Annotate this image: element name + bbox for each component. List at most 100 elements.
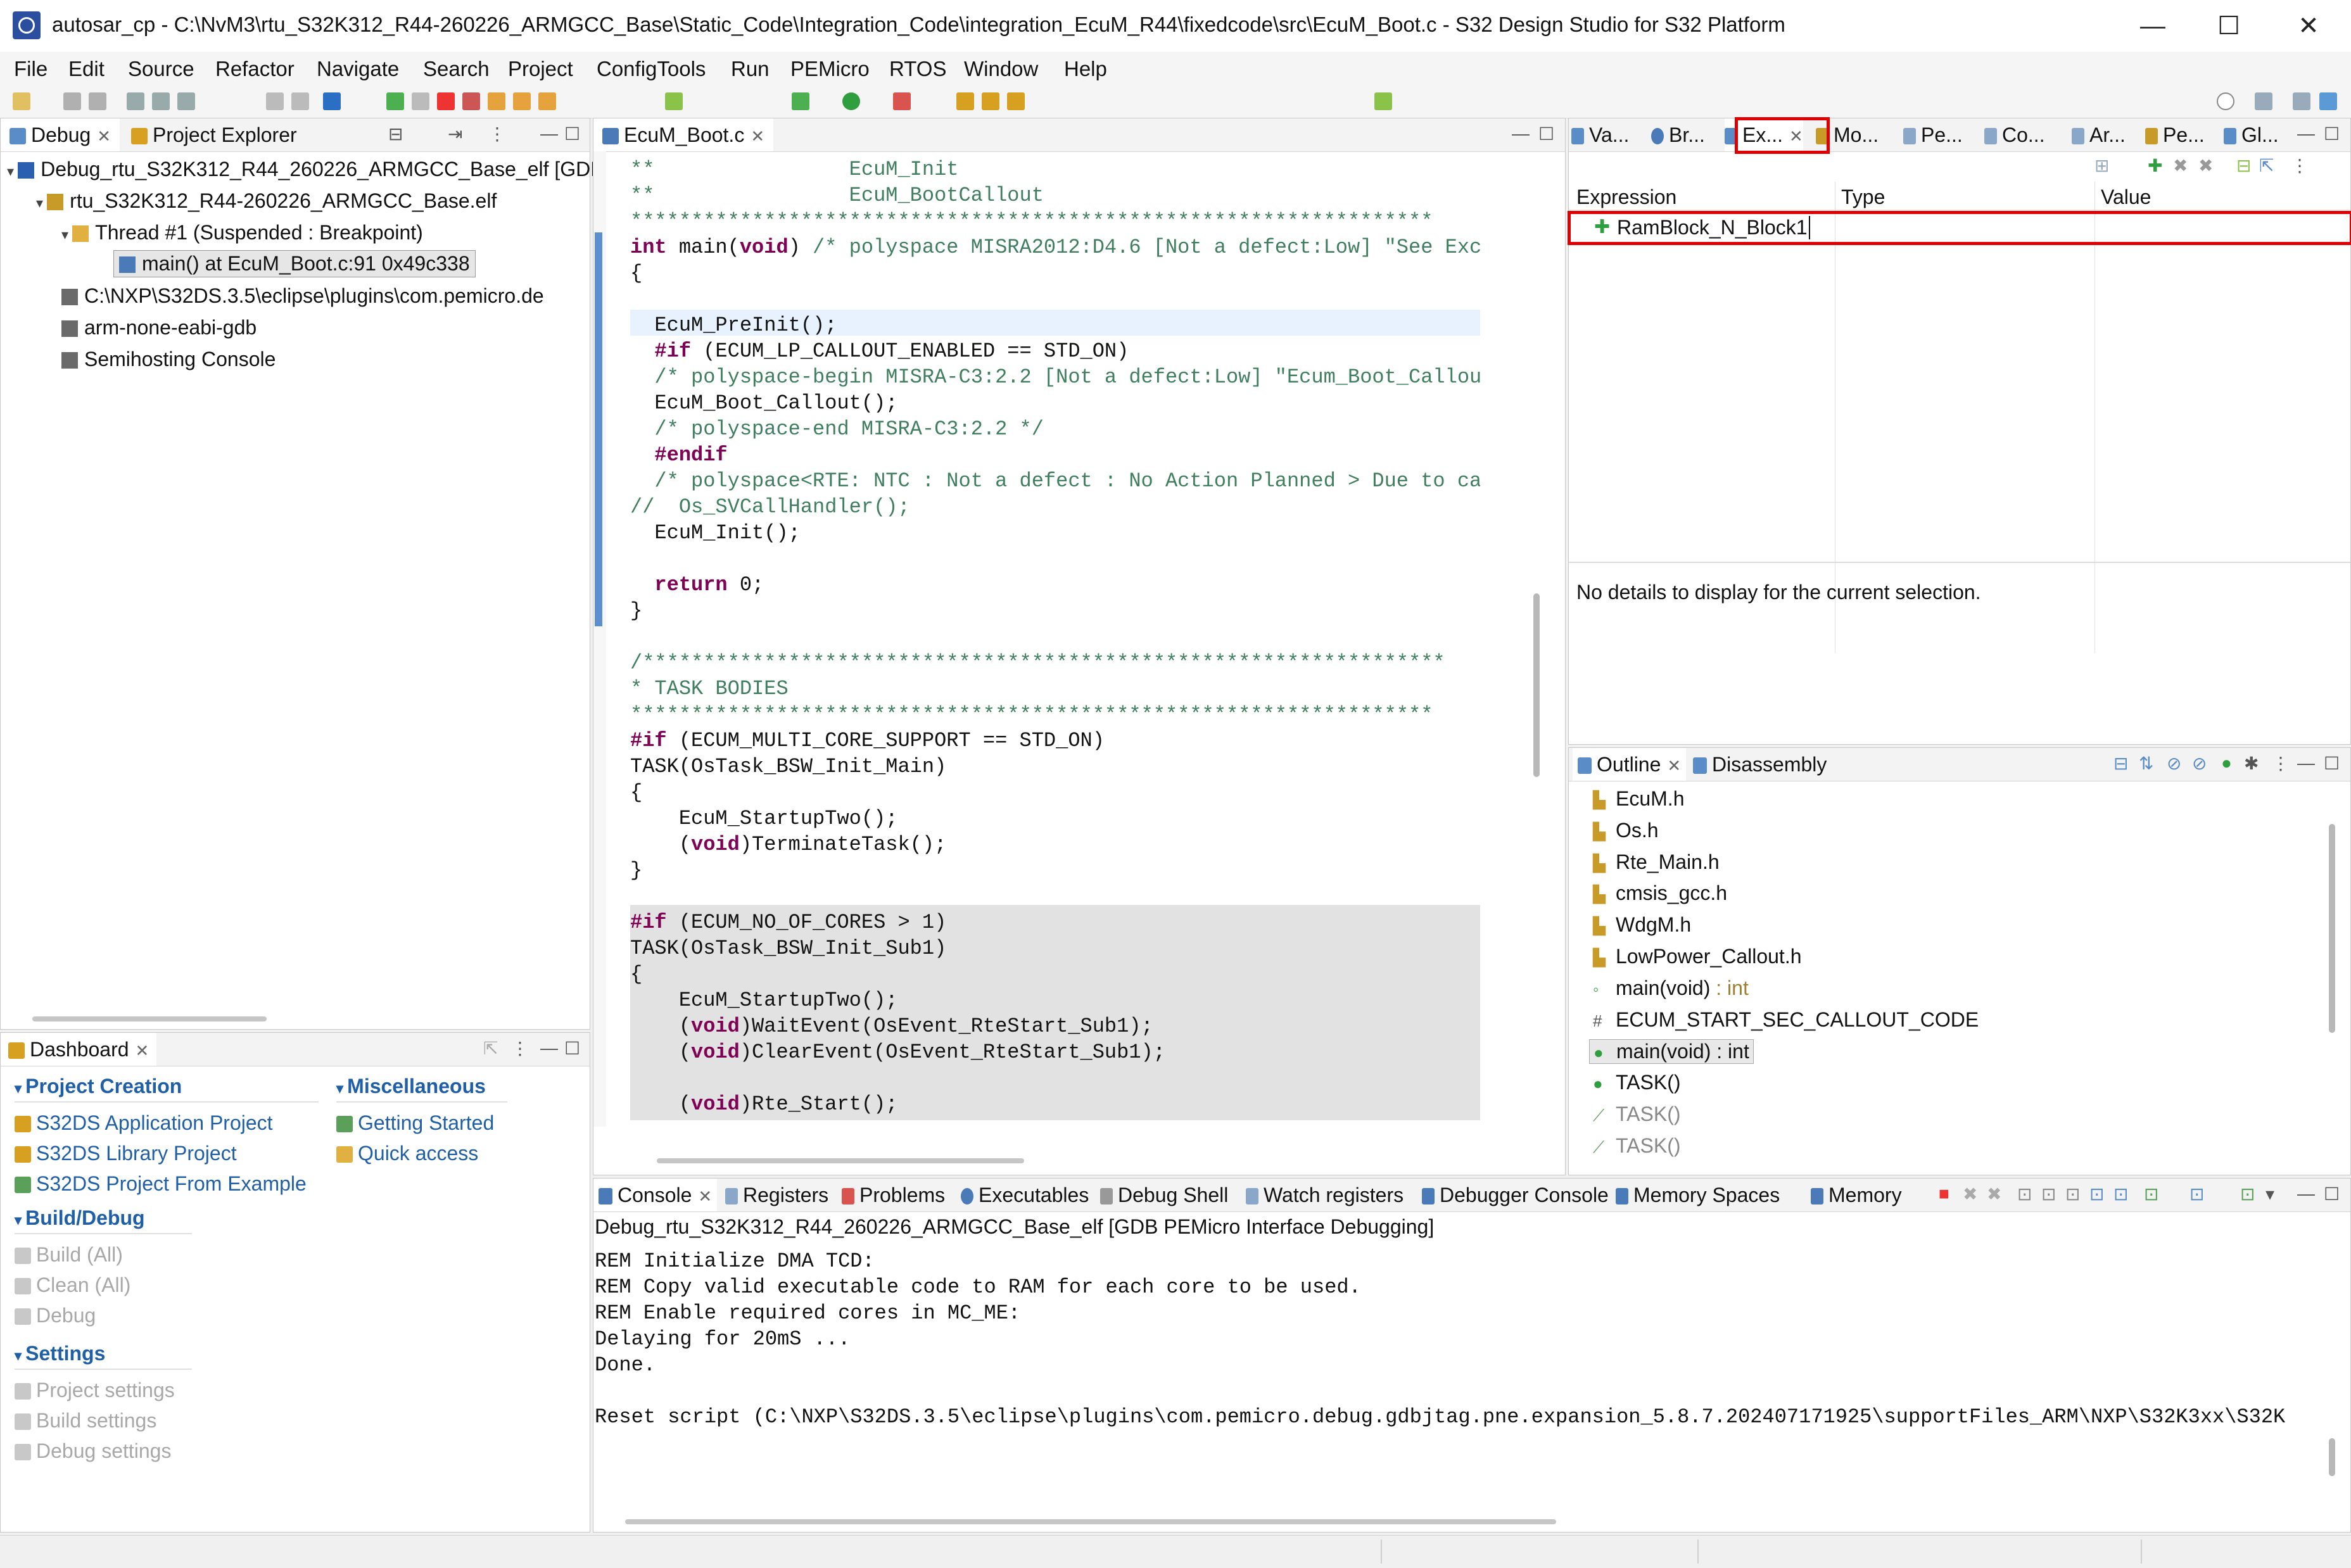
code-line[interactable]: /***************************************… (630, 650, 1445, 676)
show-type-names-icon[interactable]: ⊞ (2094, 155, 2109, 176)
code-line[interactable]: EcuM_Boot_Callout(); (630, 390, 897, 416)
add-expression-icon[interactable]: ✚ (2148, 155, 2162, 176)
save-all-icon[interactable] (89, 92, 106, 110)
minimize-icon[interactable]: — (2297, 123, 2315, 144)
menu-project[interactable]: Project (508, 57, 573, 81)
menu-source[interactable]: Source (128, 57, 194, 81)
tab-ecum-boot[interactable]: EcuM_Boot.c ✕ (593, 118, 774, 151)
tab-globals[interactable]: Gl... (2224, 118, 2279, 151)
step-over-icon[interactable] (513, 92, 531, 110)
close-icon[interactable]: ✕ (1667, 756, 1681, 775)
tab-breakpoints[interactable]: Br... (1651, 118, 1705, 151)
code-line[interactable]: TASK(OsTask_BSW_Init_Main) (630, 754, 946, 780)
hide-nonpublic-icon[interactable]: ● (2221, 753, 2232, 773)
outline-item[interactable]: ▙ cmsis_gcc.h (1593, 882, 1727, 905)
outline-item[interactable]: ⟋ TASK() (1593, 1134, 1681, 1158)
menu-help[interactable]: Help (1064, 57, 1107, 81)
horizontal-scrollbar[interactable] (625, 1519, 1556, 1524)
menu-pemicro[interactable]: PEMicro (790, 57, 870, 81)
outline-item[interactable]: ▙ LowPower_Callout.h (1593, 945, 1802, 968)
step-into-icon[interactable] (488, 92, 505, 110)
tree-item-thread[interactable]: ▾ Thread #1 (Suspended : Breakpoint) (61, 221, 423, 244)
search-tool-icon[interactable] (1007, 92, 1025, 110)
section-misc[interactable]: ▾ Miscellaneous (336, 1075, 486, 1098)
tab-registers[interactable]: Registers (725, 1179, 828, 1211)
undo-icon[interactable] (266, 92, 284, 110)
tab-dashboard[interactable]: Dashboard ✕ (1, 1033, 157, 1066)
open-perspective-icon[interactable] (1374, 92, 1392, 110)
console-output[interactable]: REM Initialize DMA TCD: REM Copy valid ex… (593, 1248, 2329, 1502)
menu-search[interactable]: Search (423, 57, 490, 81)
outline-item[interactable]: ⟋ TASK() (1593, 1103, 1681, 1126)
code-line[interactable]: EcuM_StartupTwo(); (630, 806, 898, 831)
outline-item[interactable]: ◦ main(void) : int (1593, 977, 1749, 1000)
code-line[interactable]: #if (ECUM_NO_OF_CORES > 1) (630, 909, 946, 935)
tree-item-launch[interactable]: ▾ Debug_rtu_S32K312_R44_260226_ARMGCC_Ba… (7, 158, 604, 181)
terminate-icon[interactable]: ■ (1939, 1184, 1949, 1204)
open-console-icon[interactable]: ⊡ (2240, 1184, 2255, 1204)
terminate-icon[interactable] (437, 92, 455, 110)
code-line[interactable]: // Os_SVCallHandler(); (630, 494, 910, 520)
word-wrap-icon[interactable]: ⊡ (2065, 1184, 2080, 1204)
debug-link[interactable]: Debug (15, 1304, 96, 1327)
tab-project-explorer[interactable]: Project Explorer (125, 118, 303, 151)
maximize-button[interactable]: ☐ (2194, 6, 2264, 46)
new-application-project-link[interactable]: S32DS Application Project (15, 1111, 273, 1135)
suspend-icon[interactable] (412, 92, 429, 110)
horizontal-scrollbar[interactable] (657, 1158, 1024, 1163)
view-menu-icon[interactable]: ⋮ (2291, 155, 2309, 176)
view-menu-icon[interactable]: ▾ (2265, 1184, 2274, 1204)
collapse-all-icon[interactable]: ⊟ (2113, 753, 2128, 774)
export-icon[interactable]: ⇱ (483, 1038, 498, 1059)
clean-all-link[interactable]: Clean (All) (15, 1274, 130, 1297)
search-icon[interactable] (2217, 92, 2234, 110)
code-line[interactable]: } (630, 857, 642, 883)
code-line[interactable]: (void)WaitEvent(OsEvent_RteStart_Sub1); (630, 1013, 1153, 1039)
code-line[interactable]: (void)ClearEvent(OsEvent_RteStart_Sub1); (630, 1039, 1165, 1065)
menu-rtos[interactable]: RTOS (889, 57, 946, 81)
code-line[interactable]: #endif (630, 442, 727, 468)
outline-item[interactable]: ▙ WdgM.h (1593, 913, 1691, 937)
outline-item[interactable]: ▙ Os.h (1593, 819, 1659, 842)
column-type[interactable]: Type (1841, 186, 1885, 209)
maximize-icon[interactable]: ☐ (564, 1038, 580, 1059)
redo-icon[interactable] (291, 92, 309, 110)
build-all-link[interactable]: Build (All) (15, 1243, 123, 1267)
maximize-icon[interactable]: ☐ (2324, 123, 2340, 144)
maximize-icon[interactable]: ☐ (1538, 123, 1554, 144)
tab-pe[interactable]: Pe... (2145, 118, 2205, 151)
build-icon[interactable] (127, 92, 144, 110)
new-icon[interactable] (13, 92, 30, 110)
code-line[interactable]: } (630, 598, 642, 624)
pin-console-icon[interactable]: ⊡ (2144, 1184, 2158, 1204)
code-line[interactable]: { (630, 961, 642, 987)
vertical-scrollbar[interactable] (2329, 824, 2335, 1033)
tree-item-pemicro[interactable]: C:\NXP\S32DS.3.5\eclipse\plugins\com.pem… (61, 284, 544, 308)
debug-view-icon[interactable] (323, 92, 341, 110)
step-filter-icon[interactable]: ⇥ (448, 123, 462, 144)
open-type-icon[interactable] (956, 92, 974, 110)
sort-icon[interactable]: ⇅ (2139, 753, 2153, 774)
code-line[interactable]: EcuM_Init(); (630, 520, 800, 546)
save-icon[interactable] (63, 92, 81, 110)
code-line[interactable]: EcuM_StartupTwo(); (630, 987, 898, 1013)
code-line[interactable]: EcuM_PreInit(); (630, 312, 837, 338)
code-line[interactable]: ** EcuM_Init (630, 156, 958, 182)
collapse-icon[interactable]: ⊟ (2236, 155, 2251, 176)
menu-run[interactable]: Run (731, 57, 770, 81)
tree-item-semihosting[interactable]: Semihosting Console (61, 348, 276, 371)
tab-debugger-console[interactable]: Debugger Console (1422, 1179, 1609, 1211)
code-line[interactable]: /* polyspace-end MISRA-C3:2.2 */ (630, 416, 1044, 442)
perspective-icon[interactable] (2255, 92, 2272, 110)
code-line[interactable]: * TASK BODIES (630, 676, 789, 702)
remove-all-icon[interactable]: ✖ (2198, 155, 2213, 176)
display-console-icon[interactable]: ⊡ (2189, 1184, 2204, 1204)
getting-started-link[interactable]: Getting Started (336, 1111, 494, 1135)
close-icon[interactable]: ✕ (698, 1187, 712, 1206)
code-line[interactable]: ****************************************… (630, 208, 1433, 234)
project-from-example-link[interactable]: S32DS Project From Example (15, 1172, 307, 1196)
step-return-icon[interactable] (538, 92, 556, 110)
open-resource-icon[interactable] (982, 92, 999, 110)
run-icon[interactable] (842, 92, 860, 110)
new-library-project-link[interactable]: S32DS Library Project (15, 1142, 237, 1165)
